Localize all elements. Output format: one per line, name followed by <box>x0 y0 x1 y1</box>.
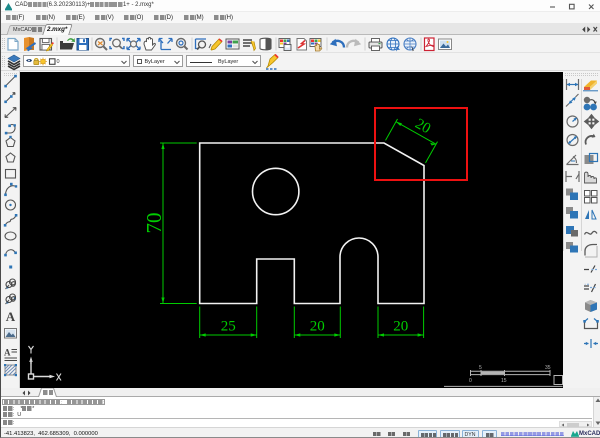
svg-text:35: 35 <box>545 365 551 371</box>
svg-text:25: 25 <box>221 319 236 335</box>
svg-text:0: 0 <box>469 378 472 384</box>
svg-text:A: A <box>6 309 16 324</box>
svg-text:15: 15 <box>501 378 507 384</box>
svg-text:20: 20 <box>393 319 408 335</box>
svg-text:5: 5 <box>479 365 482 371</box>
svg-text:70: 70 <box>142 213 166 234</box>
svg-text:A: A <box>4 348 11 358</box>
svg-text:20: 20 <box>310 319 325 335</box>
svg-text:20: 20 <box>412 116 433 137</box>
